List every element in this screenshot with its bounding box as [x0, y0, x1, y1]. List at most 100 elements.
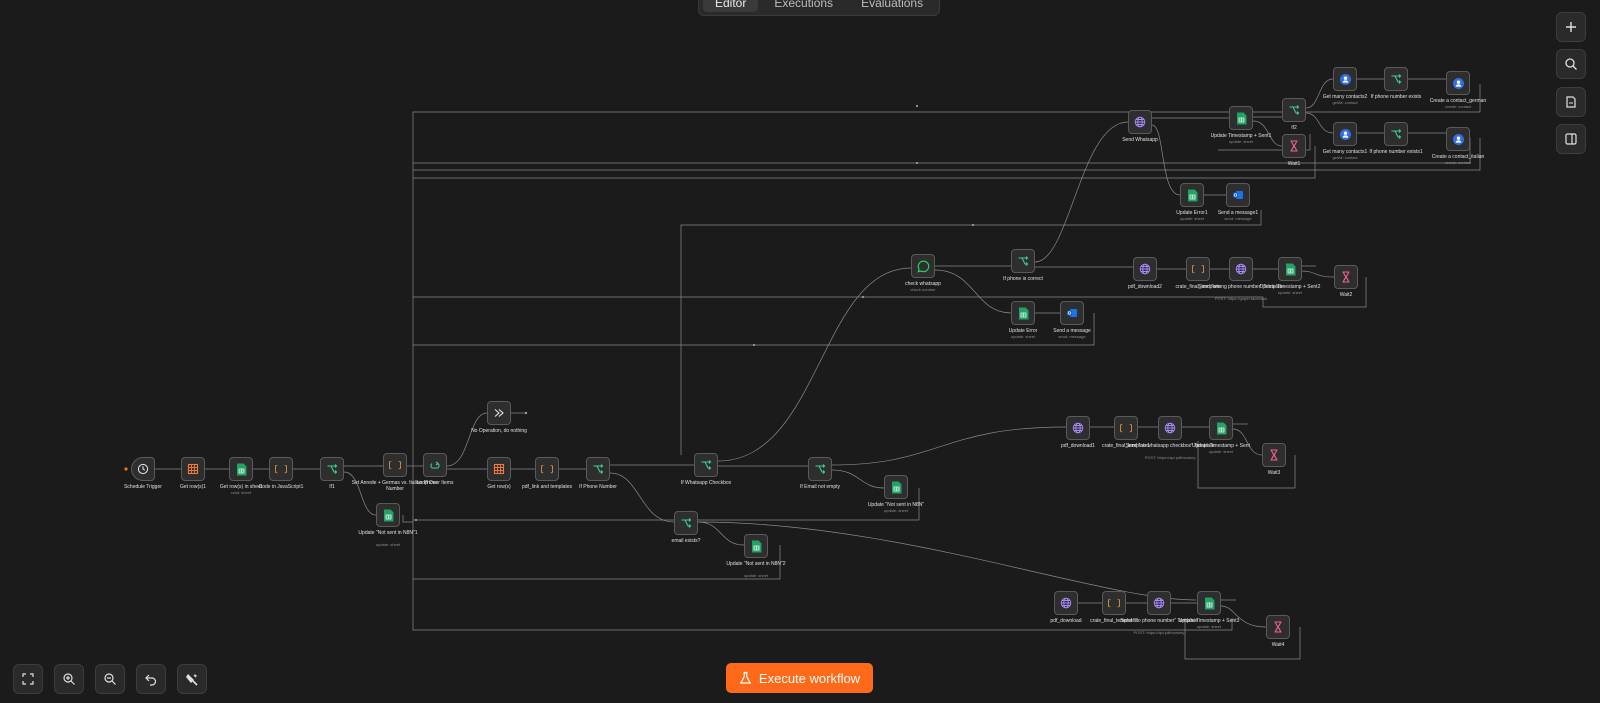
node-update-not-sent1[interactable] [376, 503, 400, 527]
connection-edge [1034, 121, 1129, 263]
node-crate-final-template2[interactable]: { } [1102, 591, 1126, 615]
node-update-ts-sent[interactable] [1209, 416, 1233, 440]
workflow-canvas[interactable] [0, 0, 1600, 703]
node-check-whatsapp[interactable] [911, 254, 935, 278]
tab-executions[interactable]: Executions [762, 0, 845, 12]
svg-text:{ }: { } [1192, 265, 1204, 275]
loop-back-edge [413, 146, 1316, 179]
node-update-not-sent2[interactable] [744, 534, 768, 558]
outlook-icon [1232, 189, 1244, 201]
node-update-ts-sent3[interactable] [1197, 591, 1221, 615]
node-create-contact-italian[interactable] [1446, 127, 1470, 151]
node-send-whatsapp[interactable] [1128, 110, 1152, 134]
node-label: Wait3 [1267, 470, 1281, 476]
node-if-phone-correct[interactable] [1011, 249, 1035, 273]
node-wait4[interactable] [1266, 615, 1290, 639]
flask-icon [739, 671, 752, 684]
connection-edge [343, 471, 377, 516]
add-sticky-note-button[interactable] [1556, 87, 1586, 117]
svg-text:{ }: { } [1108, 599, 1120, 609]
node-if-phone-exists[interactable] [1384, 67, 1408, 91]
node-wait3[interactable] [1262, 443, 1286, 467]
node-subtitle: update: sheet [375, 542, 401, 547]
node-get-rows1[interactable] [181, 457, 205, 481]
undo-button[interactable] [136, 664, 166, 694]
node-label: Update "Not sent in N8N"2 [726, 561, 786, 567]
loop-back-edge [402, 515, 413, 523]
fit-view-icon [22, 673, 34, 685]
tab-editor[interactable]: Editor [703, 0, 759, 12]
code-icon: { } [389, 459, 401, 471]
node-if1[interactable] [320, 457, 344, 481]
node-wait2[interactable] [1334, 265, 1358, 289]
tab-evaluations[interactable]: Evaluations [849, 0, 935, 12]
node-subtitle: send: message [1224, 216, 1252, 221]
whatsapp-icon [916, 260, 930, 273]
node-get-contacts2[interactable] [1333, 67, 1357, 91]
node-subtitle: send: message [1058, 334, 1086, 339]
node-pdf-link[interactable]: { } [535, 457, 559, 481]
node-pdf-download[interactable] [1054, 591, 1078, 615]
node-subtitle: create: contact [1444, 104, 1472, 109]
node-if-whatsapp[interactable] [694, 453, 718, 477]
connection-edge [446, 412, 488, 467]
node-pdf-download2[interactable] [1133, 257, 1157, 281]
node-update-error[interactable] [1011, 301, 1035, 325]
node-label: No Operation, do nothing [471, 428, 527, 434]
execute-workflow-label: Execute workflow [758, 670, 861, 686]
loop-back-edge [413, 488, 920, 521]
node-label: Wait4 [1271, 642, 1285, 648]
svg-text:{ }: { } [541, 465, 553, 475]
add-node-button[interactable] [1556, 12, 1586, 42]
if-icon [1017, 255, 1029, 267]
view-tabs: Editor Executions Evaluations [698, 0, 941, 16]
node-send-wrong-phone[interactable] [1229, 257, 1253, 281]
node-label: Wait2 [1339, 292, 1353, 298]
node-subtitle: update: sheet [743, 573, 769, 578]
loop-icon [429, 459, 441, 471]
hourglass-icon [1289, 140, 1299, 152]
node-if-phone[interactable] [586, 457, 610, 481]
node-schedule[interactable] [131, 457, 155, 481]
node-subtitle: update: sheet [1208, 449, 1234, 454]
search-nodes-button[interactable] [1556, 49, 1586, 79]
node-get-contacts1[interactable] [1333, 122, 1357, 146]
node-send-no-phone[interactable] [1147, 591, 1171, 615]
node-subtitle: update: sheet [1228, 139, 1254, 144]
node-if-phone-exists1[interactable] [1384, 122, 1408, 146]
node-code-js1[interactable]: { } [269, 457, 293, 481]
node-noop[interactable] [487, 401, 511, 425]
http-icon [1134, 116, 1146, 128]
node-get-rows-sheet[interactable] [229, 457, 253, 481]
toggle-panel-button[interactable] [1556, 124, 1586, 154]
node-subtitle: update: sheet [883, 508, 909, 513]
http-icon [1072, 422, 1084, 434]
node-create-contact-german[interactable] [1446, 71, 1470, 95]
node-if-email[interactable] [808, 457, 832, 481]
node-send-no-whatsapp[interactable] [1158, 416, 1182, 440]
fit-view-button[interactable] [13, 664, 43, 694]
zoom-in-button[interactable] [54, 664, 84, 694]
node-label: Update "Not sent in N8N"1 [358, 530, 418, 536]
tidy-up-button[interactable] [177, 664, 207, 694]
node-pdf-download1[interactable] [1066, 416, 1090, 440]
zoom-out-button[interactable] [95, 664, 125, 694]
sheets-icon [891, 481, 902, 494]
node-crate-final-template1[interactable]: { } [1114, 416, 1138, 440]
node-set-amode[interactable]: { } [383, 453, 407, 477]
execute-workflow-button[interactable]: Execute workflow [726, 663, 873, 693]
node-update-not-sent-n8n[interactable] [884, 475, 908, 499]
node-send-message1[interactable] [1226, 183, 1250, 207]
node-label: Wait1 [1287, 161, 1301, 167]
node-update-ts-sent2[interactable] [1278, 257, 1302, 281]
node-subtitle: update: sheet [1196, 624, 1222, 629]
node-email-exists[interactable] [674, 511, 698, 535]
node-loop[interactable] [423, 453, 447, 477]
node-get-rows2[interactable] [487, 457, 511, 481]
tidy-up-icon [186, 674, 198, 686]
http-icon [1139, 263, 1151, 275]
node-send-message[interactable] [1060, 301, 1084, 325]
clock-icon [137, 463, 149, 475]
node-update-error1[interactable] [1180, 183, 1204, 207]
node-crate-final-template[interactable]: { } [1186, 257, 1210, 281]
